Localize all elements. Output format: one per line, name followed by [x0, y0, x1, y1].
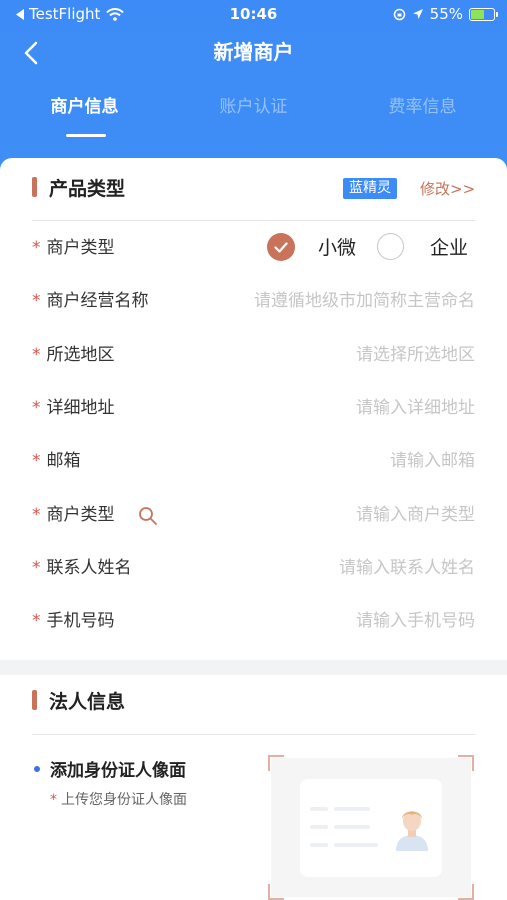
person-avatar-icon	[396, 811, 428, 851]
required-mark: *	[32, 398, 41, 418]
frame-corner	[268, 884, 284, 900]
contact-name-row[interactable]: * 联系人姓名 请输入联系人姓名	[32, 553, 475, 583]
page-title: 新增商户	[213, 40, 294, 64]
frame-corner	[458, 884, 474, 900]
address-label: 详细地址	[46, 398, 115, 418]
business-name-label: 商户经营名称	[46, 291, 149, 311]
status-bar: TestFlight 10:46 55%	[0, 0, 507, 28]
id-card-illustration	[300, 779, 442, 877]
tab-account-verification[interactable]: 账户认证	[169, 92, 338, 117]
section-title: 产品类型	[49, 177, 126, 200]
category-label: 商户类型	[46, 505, 115, 525]
id-front-hint-text: 上传您身份证人像面	[61, 792, 187, 808]
section-marker	[32, 177, 37, 197]
region-select[interactable]: 请选择所选地区	[356, 340, 475, 370]
location-icon	[412, 9, 423, 19]
merchant-type-label: 商户类型	[46, 238, 115, 258]
required-mark: *	[50, 792, 57, 808]
required-mark: *	[32, 291, 41, 311]
legal-info-header: 法人信息	[32, 687, 125, 713]
required-mark: *	[32, 558, 41, 578]
frame-corner	[458, 755, 474, 771]
option-micro-label[interactable]: 小微	[318, 233, 356, 263]
phone-row[interactable]: * 手机号码 请输入手机号码	[32, 606, 475, 636]
product-badge: 蓝精灵	[343, 178, 397, 199]
divider	[32, 734, 475, 735]
id-card-upload[interactable]	[268, 755, 474, 900]
phone-input[interactable]: 请输入手机号码	[356, 606, 475, 636]
merchant-info-card: 产品类型 蓝精灵 修改>> * 商户类型 小微 企业 * 商户经营名称 请遵循地级市…	[0, 158, 507, 660]
edit-product-link[interactable]: 修改>>	[420, 178, 475, 199]
check-icon	[274, 241, 288, 253]
battery-icon	[469, 7, 498, 21]
required-mark: *	[32, 238, 41, 258]
phone-label: 手机号码	[46, 611, 115, 631]
divider	[32, 220, 475, 221]
email-row[interactable]: * 邮箱 请输入邮箱	[32, 446, 475, 476]
search-icon[interactable]	[138, 506, 158, 526]
business-name-input[interactable]: 请遵循地级市加简称主营命名	[254, 286, 475, 316]
product-type-header: 产品类型	[32, 174, 125, 200]
section-title: 法人信息	[49, 690, 126, 713]
region-label: 所选地区	[46, 345, 115, 365]
bullet-dot	[34, 765, 40, 772]
option-enterprise-label[interactable]: 企业	[430, 233, 468, 263]
required-mark: *	[32, 451, 41, 471]
email-label: 邮箱	[46, 451, 81, 471]
address-row[interactable]: * 详细地址 请输入详细地址	[32, 393, 475, 423]
address-input[interactable]: 请输入详细地址	[356, 393, 475, 423]
rotation-lock-icon	[393, 8, 405, 20]
email-input[interactable]: 请输入邮箱	[390, 446, 475, 476]
category-input[interactable]: 请输入商户类型	[356, 500, 475, 530]
required-mark: *	[32, 505, 41, 525]
battery-percent: 55%	[429, 5, 463, 23]
required-mark: *	[32, 611, 41, 631]
required-mark: *	[32, 345, 41, 365]
contact-name-input[interactable]: 请输入联系人姓名	[339, 553, 475, 583]
frame-corner	[268, 755, 284, 771]
id-front-title: 添加身份证人像面	[34, 756, 186, 781]
tab-rate-info[interactable]: 费率信息	[338, 92, 507, 117]
radio-micro-checked[interactable]	[267, 233, 295, 261]
radio-enterprise[interactable]	[377, 233, 404, 260]
business-name-row[interactable]: * 商户经营名称 请遵循地级市加简称主营命名	[32, 286, 475, 316]
section-marker	[32, 690, 37, 710]
category-row[interactable]: * 商户类型 请输入商户类型	[32, 500, 475, 530]
id-front-hint: * 上传您身份证人像面	[50, 789, 187, 809]
contact-name-label: 联系人姓名	[46, 558, 132, 578]
active-tab-indicator	[66, 134, 106, 137]
merchant-type-row: * 商户类型 小微 企业	[32, 233, 475, 263]
tab-merchant-info[interactable]: 商户信息	[0, 92, 169, 117]
region-row[interactable]: * 所选地区 请选择所选地区	[32, 340, 475, 370]
id-front-title-text: 添加身份证人像面	[50, 761, 186, 781]
legal-person-card: 法人信息 添加身份证人像面 * 上传您身份证人像面	[0, 675, 507, 900]
